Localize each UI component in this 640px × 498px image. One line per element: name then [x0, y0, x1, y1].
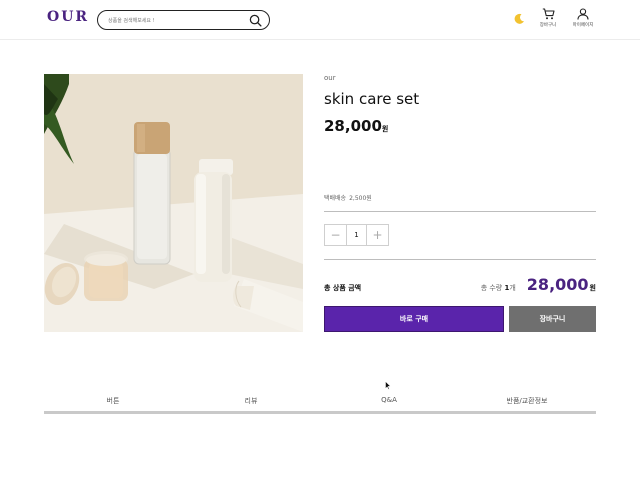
tabs-underline — [44, 411, 596, 414]
moon-icon[interactable] — [513, 13, 525, 25]
shipping-fee: 2,500원 — [349, 195, 372, 202]
shipping-label: 택배배송 — [324, 195, 347, 202]
total-price-unit: 원 — [589, 284, 596, 292]
quantity-stepper: − 1 + — [324, 224, 389, 246]
buy-now-button[interactable]: 바로 구매 — [324, 306, 504, 332]
search-icon[interactable] — [249, 14, 262, 27]
cart-nav-label: 장바구니 — [539, 23, 557, 28]
minus-icon: − — [330, 228, 341, 242]
page: OUR 장바구니 마이페이지 — [0, 0, 640, 498]
cursor-icon — [385, 381, 391, 390]
product-image — [44, 74, 303, 332]
add-to-cart-button[interactable]: 장바구니 — [509, 306, 596, 332]
total-count-unit: 개 — [509, 284, 516, 292]
product-title: skin care set — [324, 90, 420, 108]
mypage-nav-label: 마이페이지 — [572, 23, 594, 28]
product-price-value: 28,000 — [324, 117, 382, 135]
product-price: 28,000원 — [324, 117, 388, 135]
shipping-info: 택배배송 2,500원 — [324, 193, 372, 202]
total-count-prefix: 총 수량 — [480, 284, 503, 292]
divider — [324, 211, 596, 212]
quantity-value[interactable]: 1 — [346, 225, 367, 245]
product-photo — [44, 74, 303, 332]
logo[interactable]: OUR — [47, 9, 89, 25]
search-input[interactable] — [108, 14, 243, 27]
total-label: 총 상품 금액 — [324, 284, 362, 292]
header: OUR 장바구니 마이페이지 — [0, 0, 640, 40]
product-price-unit: 원 — [381, 125, 389, 133]
divider — [324, 259, 596, 260]
plus-icon: + — [372, 228, 383, 242]
cart-nav-button[interactable]: 장바구니 — [533, 8, 563, 34]
increase-quantity-button[interactable]: + — [367, 225, 388, 245]
mypage-nav-button[interactable]: 마이페이지 — [568, 8, 598, 34]
user-icon — [577, 8, 589, 20]
total-summary: 총 수량 1개 28,000 원 — [481, 275, 596, 294]
total-count: 총 수량 1개 — [481, 283, 516, 293]
decrease-quantity-button[interactable]: − — [325, 225, 346, 245]
product-brand: our — [324, 74, 336, 82]
total-price: 28,000 — [526, 275, 589, 294]
search-bar[interactable] — [97, 10, 270, 30]
cart-icon — [542, 8, 555, 20]
